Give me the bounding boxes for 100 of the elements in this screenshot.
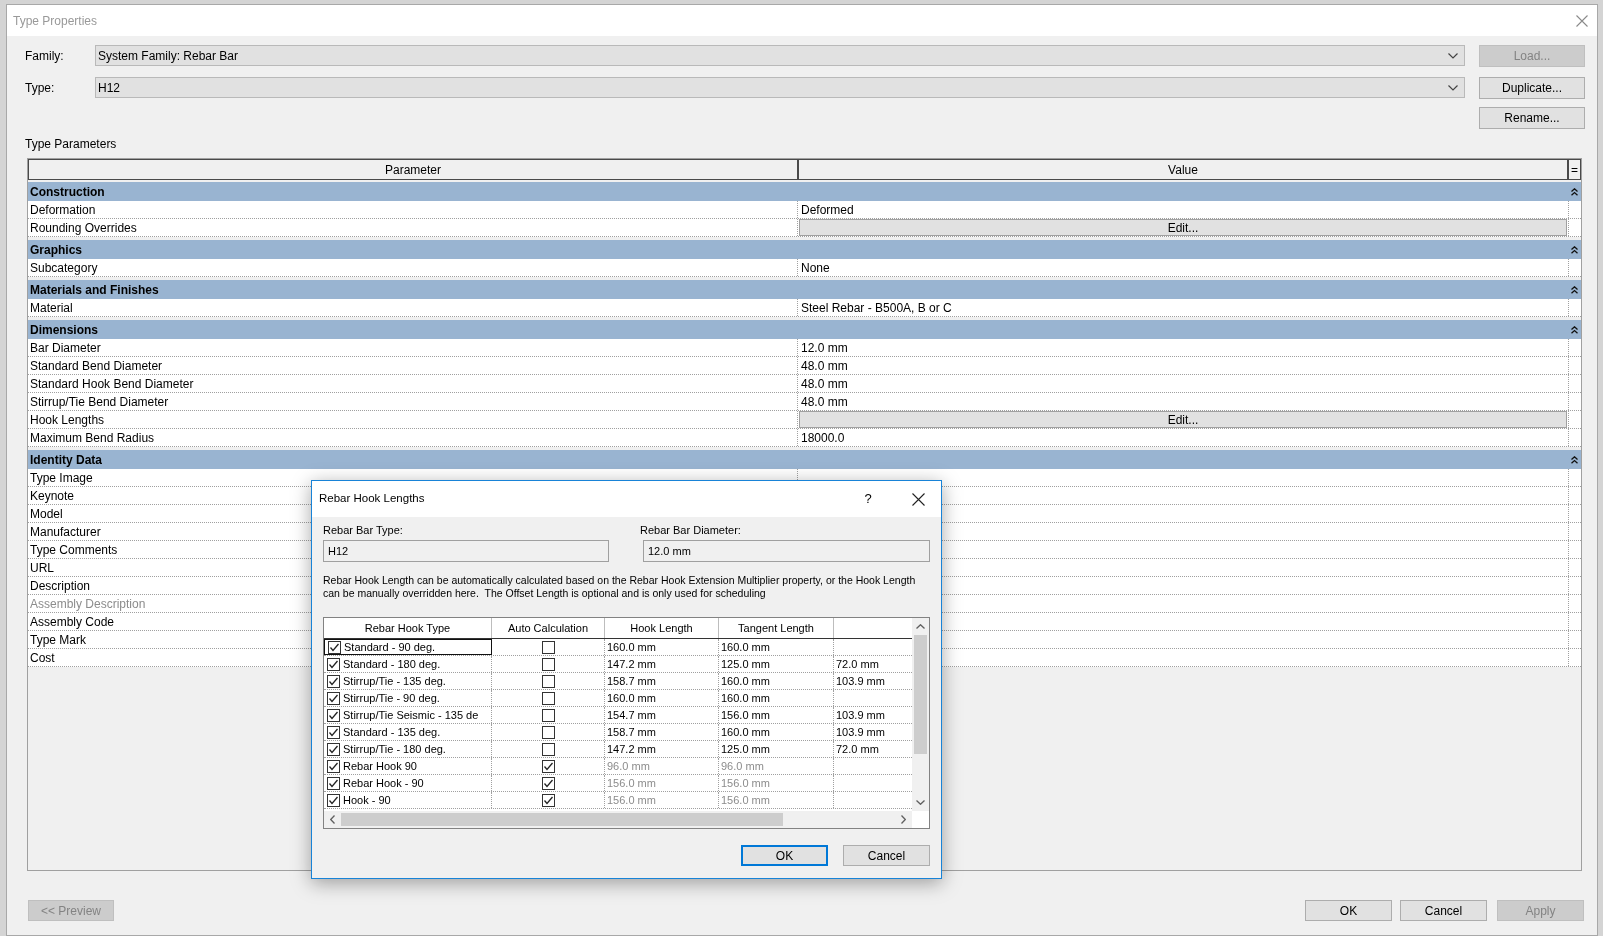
table-cell-text: 103.9 mm [836, 673, 885, 689]
checkbox[interactable] [328, 640, 341, 654]
checkbox[interactable] [541, 759, 555, 773]
group-title: Dimensions [29, 321, 99, 339]
table-cell[interactable]: Rebar Hook - 90 [324, 775, 492, 791]
table-cell[interactable]: Stirrup/Tie - 90 deg. [324, 690, 492, 706]
type-dropdown[interactable]: H12 [95, 77, 1465, 98]
chevron-double-up-icon[interactable] [1571, 245, 1578, 254]
chevron-double-up-icon[interactable] [1571, 285, 1578, 294]
scroll-thumb[interactable] [914, 635, 927, 754]
parameter-name: Subcategory [30, 259, 98, 277]
parameter-name: Model [30, 505, 63, 523]
checkbox[interactable] [327, 759, 340, 773]
chevron-double-up-icon[interactable] [1571, 455, 1578, 464]
field-label: Rebar Bar Type: [323, 523, 404, 537]
duplicate-button[interactable]: Duplicate... [1479, 76, 1585, 99]
checkbox[interactable] [327, 657, 340, 671]
group-header[interactable]: Graphics [28, 240, 1581, 259]
column-header: Value [798, 159, 1568, 180]
checkbox[interactable] [541, 640, 555, 654]
chevron-up-icon[interactable] [916, 624, 925, 629]
tangent-length-value: 156.0 mm [721, 792, 770, 808]
chevron-down-icon[interactable] [1448, 52, 1458, 59]
hook-length-value: 158.7 mm [607, 673, 656, 689]
checkbox[interactable] [327, 793, 340, 807]
chevron-right-icon[interactable] [901, 815, 906, 824]
chevron-double-up-icon[interactable] [1571, 187, 1578, 196]
checkbox[interactable] [541, 708, 555, 722]
cancel-button[interactable]: Cancel [843, 845, 930, 866]
rename-button[interactable]: Rename... [1479, 107, 1585, 129]
parameter-value: 48.0 mm [800, 393, 848, 411]
hook-type-name: Stirrup/Tie - 135 deg. [343, 673, 446, 689]
checkbox[interactable] [327, 742, 340, 756]
hook-type-name: Hook - 90 [343, 792, 391, 808]
scroll-thumb[interactable] [341, 813, 783, 826]
table-cell[interactable]: Hook - 90 [324, 792, 492, 808]
family-dropdown[interactable]: System Family: Rebar Bar [95, 45, 1465, 66]
checkbox[interactable] [541, 674, 555, 688]
parameter-value: 48.0 mm [800, 357, 848, 375]
field-label: Type: [25, 79, 56, 97]
parameter-name: Type Comments [30, 541, 118, 559]
edit-button[interactable]: Edit... [799, 219, 1567, 236]
bar-type-field[interactable]: H12 [323, 540, 609, 562]
vertical-scrollbar[interactable] [912, 618, 929, 811]
parameter-value: 18000.0 [800, 429, 845, 447]
chevron-down-icon[interactable] [1448, 84, 1458, 91]
parameter-name: Standard Hook Bend Diameter [30, 375, 194, 393]
field-label: Family: [25, 47, 65, 65]
hook-type-name: Stirrup/Tie - 180 deg. [343, 741, 446, 757]
chevron-down-icon[interactable] [916, 800, 925, 805]
checkbox[interactable] [327, 725, 340, 739]
edit-button[interactable]: Edit... [799, 411, 1567, 428]
table-cell-text: 103.9 mm [836, 724, 885, 740]
hook-length-value: 160.0 mm [607, 690, 656, 706]
group-header[interactable]: Construction [28, 182, 1581, 201]
description-text: Rebar Hook Length can be automatically calculated based on the Rebar Hook Extension Multiplier property, or the Hook Length can be manually overridden here. The Offset Length is optional and is only used for scheduling [323, 574, 917, 600]
table-cell-text: 72.0 mm [836, 656, 879, 672]
bar-diameter-field[interactable]: 12.0 mm [643, 540, 930, 562]
table-cell[interactable]: Rebar Hook 90 [324, 758, 492, 774]
table-cell[interactable]: Standard - 135 deg. [324, 724, 492, 740]
table-cell[interactable]: Stirrup/Tie - 180 deg. [324, 741, 492, 757]
column-header: Tangent Length [719, 618, 834, 638]
checkbox[interactable] [327, 691, 340, 705]
checkbox[interactable] [541, 657, 555, 671]
ok-button[interactable]: OK [741, 845, 828, 866]
ok-button[interactable]: OK [1305, 900, 1392, 921]
checkbox[interactable] [327, 776, 340, 790]
parameter-name: Cost [30, 649, 55, 667]
close-icon[interactable] [912, 492, 925, 506]
checkbox[interactable] [541, 725, 555, 739]
cancel-button[interactable]: Cancel [1400, 900, 1487, 921]
parameter-name: Type Image [30, 469, 93, 487]
parameter-value: Steel Rebar - B500A, B or C [800, 299, 952, 317]
help-button[interactable]: ? [856, 487, 880, 511]
table-cell[interactable]: Standard - 90 deg. [324, 639, 492, 655]
checkbox[interactable] [541, 776, 555, 790]
group-title: Materials and Finishes [29, 281, 160, 299]
table-cell[interactable]: Stirrup/Tie - 135 deg. [324, 673, 492, 689]
column-header: Rebar Hook Type [324, 618, 492, 638]
group-header[interactable]: Materials and Finishes [28, 280, 1581, 299]
checkbox[interactable] [541, 742, 555, 756]
group-header[interactable]: Dimensions [28, 320, 1581, 339]
parameter-value: 12.0 mm [800, 339, 848, 357]
checkbox[interactable] [327, 674, 340, 688]
chevron-left-icon[interactable] [330, 815, 335, 824]
hook-length-value: 160.0 mm [607, 639, 656, 655]
table-cell[interactable]: Stirrup/Tie Seismic - 135 de [324, 707, 492, 723]
horizontal-scrollbar[interactable] [324, 811, 912, 828]
group-header[interactable]: Identity Data [28, 450, 1581, 469]
parameter-value: None [800, 259, 830, 277]
parameter-name: Keynote [30, 487, 75, 505]
checkbox[interactable] [541, 793, 555, 807]
chevron-double-up-icon[interactable] [1571, 325, 1578, 334]
parameter-name: Assembly Code [30, 613, 115, 631]
checkbox[interactable] [541, 691, 555, 705]
checkbox[interactable] [327, 708, 340, 722]
table-cell[interactable]: Standard - 180 deg. [324, 656, 492, 672]
parameter-name: Assembly Description [30, 595, 146, 613]
hook-length-value: 158.7 mm [607, 724, 656, 740]
parameter-name: Deformation [30, 201, 96, 219]
